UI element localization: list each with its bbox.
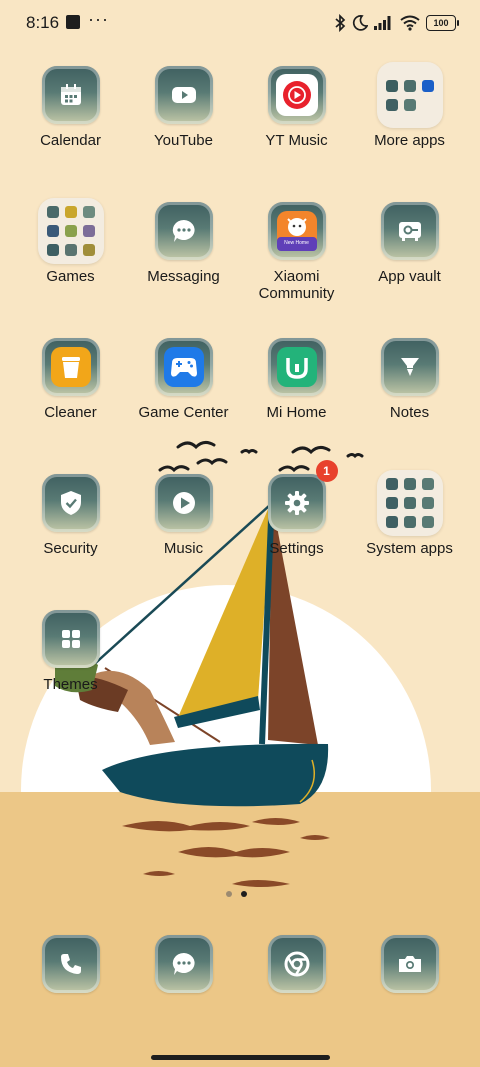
bluetooth-icon bbox=[335, 14, 346, 32]
yt-music-icon bbox=[267, 66, 326, 124]
themes-icon bbox=[41, 610, 100, 668]
app-label: Notes bbox=[389, 404, 430, 421]
mini-app-icon bbox=[46, 225, 59, 237]
moon-icon bbox=[352, 15, 368, 31]
mini-app-icon bbox=[82, 225, 95, 237]
app-app-vault[interactable]: App vault bbox=[353, 202, 466, 285]
app-xiaomi-community[interactable]: New Home Xiaomi Community bbox=[240, 202, 353, 302]
folder-icon bbox=[376, 62, 443, 128]
app-music[interactable]: Music bbox=[127, 474, 240, 557]
page-indicator[interactable] bbox=[226, 891, 247, 897]
app-label: Games bbox=[46, 268, 95, 285]
app-label: Themes bbox=[43, 676, 98, 693]
gesture-nav-bar[interactable] bbox=[151, 1055, 330, 1060]
app-settings[interactable]: 1 Settings bbox=[240, 460, 353, 557]
app-yt-music[interactable]: YT Music bbox=[240, 66, 353, 149]
mini-app-icon bbox=[385, 497, 398, 509]
youtube-icon bbox=[154, 66, 213, 124]
app-youtube[interactable]: YouTube bbox=[127, 66, 240, 149]
status-icons: 100 bbox=[334, 12, 459, 34]
app-security[interactable]: Security bbox=[14, 474, 127, 557]
app-notes[interactable]: Notes bbox=[353, 338, 466, 421]
chrome-icon bbox=[267, 935, 326, 993]
more-notifications-icon: ··· bbox=[88, 9, 109, 29]
camera-icon bbox=[380, 935, 439, 993]
app-label: App vault bbox=[378, 268, 441, 285]
dock-chrome[interactable] bbox=[240, 935, 353, 993]
battery-icon: 100 bbox=[426, 15, 459, 31]
app-label: Settings bbox=[269, 540, 324, 557]
calendar-icon bbox=[41, 66, 100, 124]
mi-home-icon bbox=[267, 338, 326, 396]
clock: 8:16 bbox=[26, 13, 60, 32]
notification-badge: 1 bbox=[315, 460, 338, 482]
notes-icon bbox=[380, 338, 439, 396]
mini-app-icon bbox=[421, 516, 434, 528]
mini-app-icon bbox=[64, 244, 77, 256]
settings-icon: 1 bbox=[267, 460, 338, 532]
app-label: Messaging bbox=[147, 268, 220, 285]
folder-icon bbox=[37, 198, 104, 264]
dock-messaging[interactable] bbox=[127, 935, 240, 993]
messaging-icon bbox=[154, 202, 213, 260]
app-label: Game Center bbox=[138, 404, 229, 421]
app-cleaner[interactable]: Cleaner bbox=[14, 338, 127, 421]
mini-app-icon bbox=[385, 516, 398, 528]
wifi-icon bbox=[400, 15, 420, 31]
app-mi-home[interactable]: Mi Home bbox=[240, 338, 353, 421]
app-vault-icon bbox=[380, 202, 439, 260]
app-label: Xiaomi Community bbox=[258, 268, 335, 302]
page-dot-active[interactable] bbox=[241, 891, 247, 897]
app-label: Mi Home bbox=[266, 404, 327, 421]
game-center-icon bbox=[154, 338, 213, 396]
folder-more-apps[interactable]: More apps bbox=[353, 62, 466, 149]
mini-app-icon bbox=[64, 225, 77, 237]
app-themes[interactable]: Themes bbox=[14, 610, 127, 693]
app-label: More apps bbox=[374, 132, 445, 149]
mini-app-icon bbox=[403, 79, 416, 92]
app-game-center[interactable]: Game Center bbox=[127, 338, 240, 421]
folder-system-apps[interactable]: System apps bbox=[353, 470, 466, 557]
mini-app-icon bbox=[82, 244, 95, 256]
dock-camera[interactable] bbox=[353, 935, 466, 993]
page-dot[interactable] bbox=[226, 891, 232, 897]
cleaner-icon bbox=[41, 338, 100, 396]
messaging-icon bbox=[154, 935, 213, 993]
new-home-text: New Home bbox=[284, 240, 309, 246]
music-icon bbox=[154, 474, 213, 532]
app-label: Music bbox=[163, 540, 204, 557]
xiaomi-community-icon: New Home bbox=[267, 202, 326, 260]
mini-app-icon bbox=[385, 478, 398, 490]
status-bar: 8:16 ··· 100 bbox=[0, 0, 480, 46]
security-icon bbox=[41, 474, 100, 532]
phone-icon bbox=[41, 935, 100, 993]
mini-app-icon bbox=[421, 478, 434, 490]
signal-icon bbox=[374, 16, 391, 30]
mini-app-icon bbox=[403, 516, 416, 528]
app-label: YouTube bbox=[154, 132, 213, 149]
mini-app-icon bbox=[385, 79, 398, 92]
mini-app-icon bbox=[64, 206, 77, 218]
mini-app-icon bbox=[403, 497, 416, 509]
mini-app-icon bbox=[385, 98, 398, 111]
mini-app-icon bbox=[82, 206, 95, 218]
mini-app-icon bbox=[421, 79, 434, 92]
mini-app-icon bbox=[403, 478, 416, 490]
app-label: Calendar bbox=[40, 132, 101, 149]
mini-app-icon bbox=[421, 497, 434, 509]
app-label: YT Music bbox=[265, 132, 328, 149]
dock-phone[interactable] bbox=[14, 935, 127, 993]
app-label: Cleaner bbox=[44, 404, 97, 421]
folder-icon bbox=[376, 470, 443, 536]
app-label: Security bbox=[43, 540, 98, 557]
app-label: System apps bbox=[366, 540, 453, 557]
mini-app-icon bbox=[403, 98, 416, 111]
notification-app-icon bbox=[66, 15, 80, 29]
app-calendar[interactable]: Calendar bbox=[14, 66, 127, 149]
mini-app-icon bbox=[46, 206, 59, 218]
app-messaging[interactable]: Messaging bbox=[127, 202, 240, 285]
folder-games[interactable]: Games bbox=[14, 198, 127, 285]
mini-app-icon bbox=[46, 244, 59, 256]
